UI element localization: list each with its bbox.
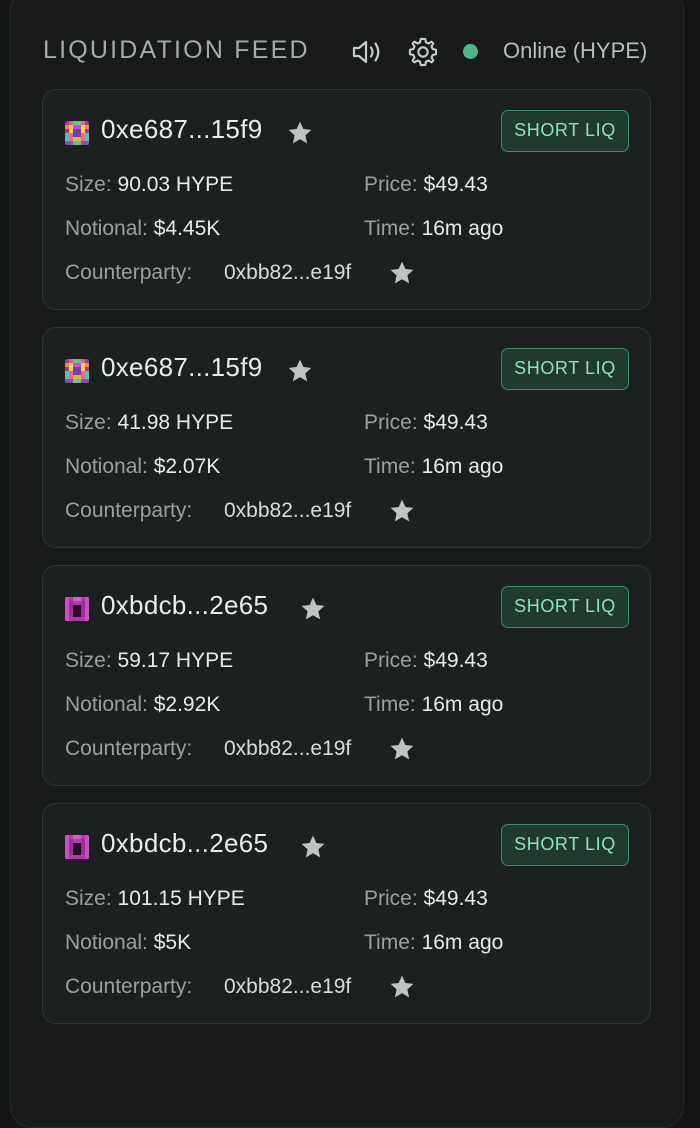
notional-value: $2.92K	[153, 693, 221, 716]
size-field: Size: 90.03 HYPE	[65, 173, 233, 197]
time-value: 16m ago	[421, 931, 504, 954]
price-label: Price:	[364, 887, 418, 910]
notional-field: Notional: $4.45K	[65, 217, 220, 241]
feed-title: LIQUIDATION FEED	[43, 36, 310, 64]
size-label: Size:	[65, 887, 112, 910]
price-field: Price: $49.43	[364, 411, 488, 435]
short-liq-badge: SHORT LIQ	[501, 110, 629, 152]
trader-address[interactable]: 0xbdcb...2e65	[101, 590, 268, 621]
counterparty-label-wrap: Counterparty:	[65, 499, 192, 523]
counterparty-address[interactable]: 0xbb82...e19f	[224, 975, 351, 999]
counterparty-label-wrap: Counterparty:	[65, 975, 192, 999]
size-label: Size:	[65, 173, 112, 196]
notional-label: Notional:	[65, 693, 148, 716]
counterparty-star-icon[interactable]	[388, 973, 416, 1001]
favorite-star-icon[interactable]	[299, 833, 327, 861]
favorite-star-icon[interactable]	[286, 357, 314, 385]
time-label: Time:	[364, 931, 416, 954]
trader-address[interactable]: 0xbdcb...2e65	[101, 828, 268, 859]
notional-label: Notional:	[65, 217, 148, 240]
counterparty-label-wrap: Counterparty:	[65, 737, 192, 761]
size-field: Size: 59.17 HYPE	[65, 649, 233, 673]
liquidation-card[interactable]: 0xe687...15f9 SHORT LIQ Size: 90.03 HYPE…	[42, 89, 651, 310]
time-label: Time:	[364, 455, 416, 478]
time-value: 16m ago	[421, 693, 504, 716]
price-field: Price: $49.43	[364, 173, 488, 197]
identicon-avatar	[65, 121, 89, 145]
gear-icon[interactable]	[406, 35, 440, 69]
time-label: Time:	[364, 693, 416, 716]
price-label: Price:	[364, 411, 418, 434]
identicon-avatar	[65, 835, 89, 859]
time-value: 16m ago	[421, 455, 504, 478]
notional-field: Notional: $2.07K	[65, 455, 220, 479]
counterparty-star-icon[interactable]	[388, 735, 416, 763]
short-liq-badge: SHORT LIQ	[501, 348, 629, 390]
short-liq-badge: SHORT LIQ	[501, 586, 629, 628]
notional-label: Notional:	[65, 931, 148, 954]
notional-value: $5K	[153, 931, 192, 954]
notional-label: Notional:	[65, 455, 148, 478]
identicon-avatar	[65, 597, 89, 621]
counterparty-label: Counterparty:	[65, 261, 193, 284]
counterparty-address[interactable]: 0xbb82...e19f	[224, 499, 351, 523]
price-label: Price:	[364, 173, 418, 196]
trader-address[interactable]: 0xe687...15f9	[101, 114, 262, 145]
size-value: 101.15 HYPE	[117, 887, 245, 910]
time-field: Time: 16m ago	[364, 931, 503, 955]
price-field: Price: $49.43	[364, 649, 488, 673]
counterparty-address[interactable]: 0xbb82...e19f	[224, 261, 351, 285]
liquidation-card[interactable]: 0xe687...15f9 SHORT LIQ Size: 41.98 HYPE…	[42, 327, 651, 548]
trader-address[interactable]: 0xe687...15f9	[101, 352, 262, 383]
counterparty-star-icon[interactable]	[388, 259, 416, 287]
size-value: 59.17 HYPE	[117, 649, 234, 672]
counterparty-label: Counterparty:	[65, 499, 193, 522]
size-field: Size: 41.98 HYPE	[65, 411, 233, 435]
notional-value: $2.07K	[153, 455, 221, 478]
price-field: Price: $49.43	[364, 887, 488, 911]
size-label: Size:	[65, 411, 112, 434]
time-field: Time: 16m ago	[364, 455, 503, 479]
price-label: Price:	[364, 649, 418, 672]
time-field: Time: 16m ago	[364, 693, 503, 717]
counterparty-label: Counterparty:	[65, 737, 193, 760]
online-status-dot	[463, 44, 478, 59]
connection-status: Online (HYPE)	[503, 38, 648, 63]
notional-field: Notional: $5K	[65, 931, 191, 955]
time-field: Time: 16m ago	[364, 217, 503, 241]
counterparty-label-wrap: Counterparty:	[65, 261, 192, 285]
counterparty-star-icon[interactable]	[388, 497, 416, 525]
size-value: 90.03 HYPE	[117, 173, 234, 196]
favorite-star-icon[interactable]	[286, 119, 314, 147]
favorite-star-icon[interactable]	[299, 595, 327, 623]
time-value: 16m ago	[421, 217, 504, 240]
price-value: $49.43	[423, 173, 488, 196]
time-label: Time:	[364, 217, 416, 240]
counterparty-label: Counterparty:	[65, 975, 193, 998]
identicon-avatar	[65, 359, 89, 383]
price-value: $49.43	[423, 649, 488, 672]
size-label: Size:	[65, 649, 112, 672]
short-liq-badge: SHORT LIQ	[501, 824, 629, 866]
speaker-icon[interactable]	[351, 37, 383, 67]
liquidation-card[interactable]: 0xbdcb...2e65 SHORT LIQ Size: 59.17 HYPE…	[42, 565, 651, 786]
price-value: $49.43	[423, 887, 488, 910]
size-field: Size: 101.15 HYPE	[65, 887, 245, 911]
size-value: 41.98 HYPE	[117, 411, 234, 434]
notional-value: $4.45K	[153, 217, 221, 240]
notional-field: Notional: $2.92K	[65, 693, 220, 717]
price-value: $49.43	[423, 411, 488, 434]
liquidation-card[interactable]: 0xbdcb...2e65 SHORT LIQ Size: 101.15 HYP…	[42, 803, 651, 1024]
counterparty-address[interactable]: 0xbb82...e19f	[224, 737, 351, 761]
